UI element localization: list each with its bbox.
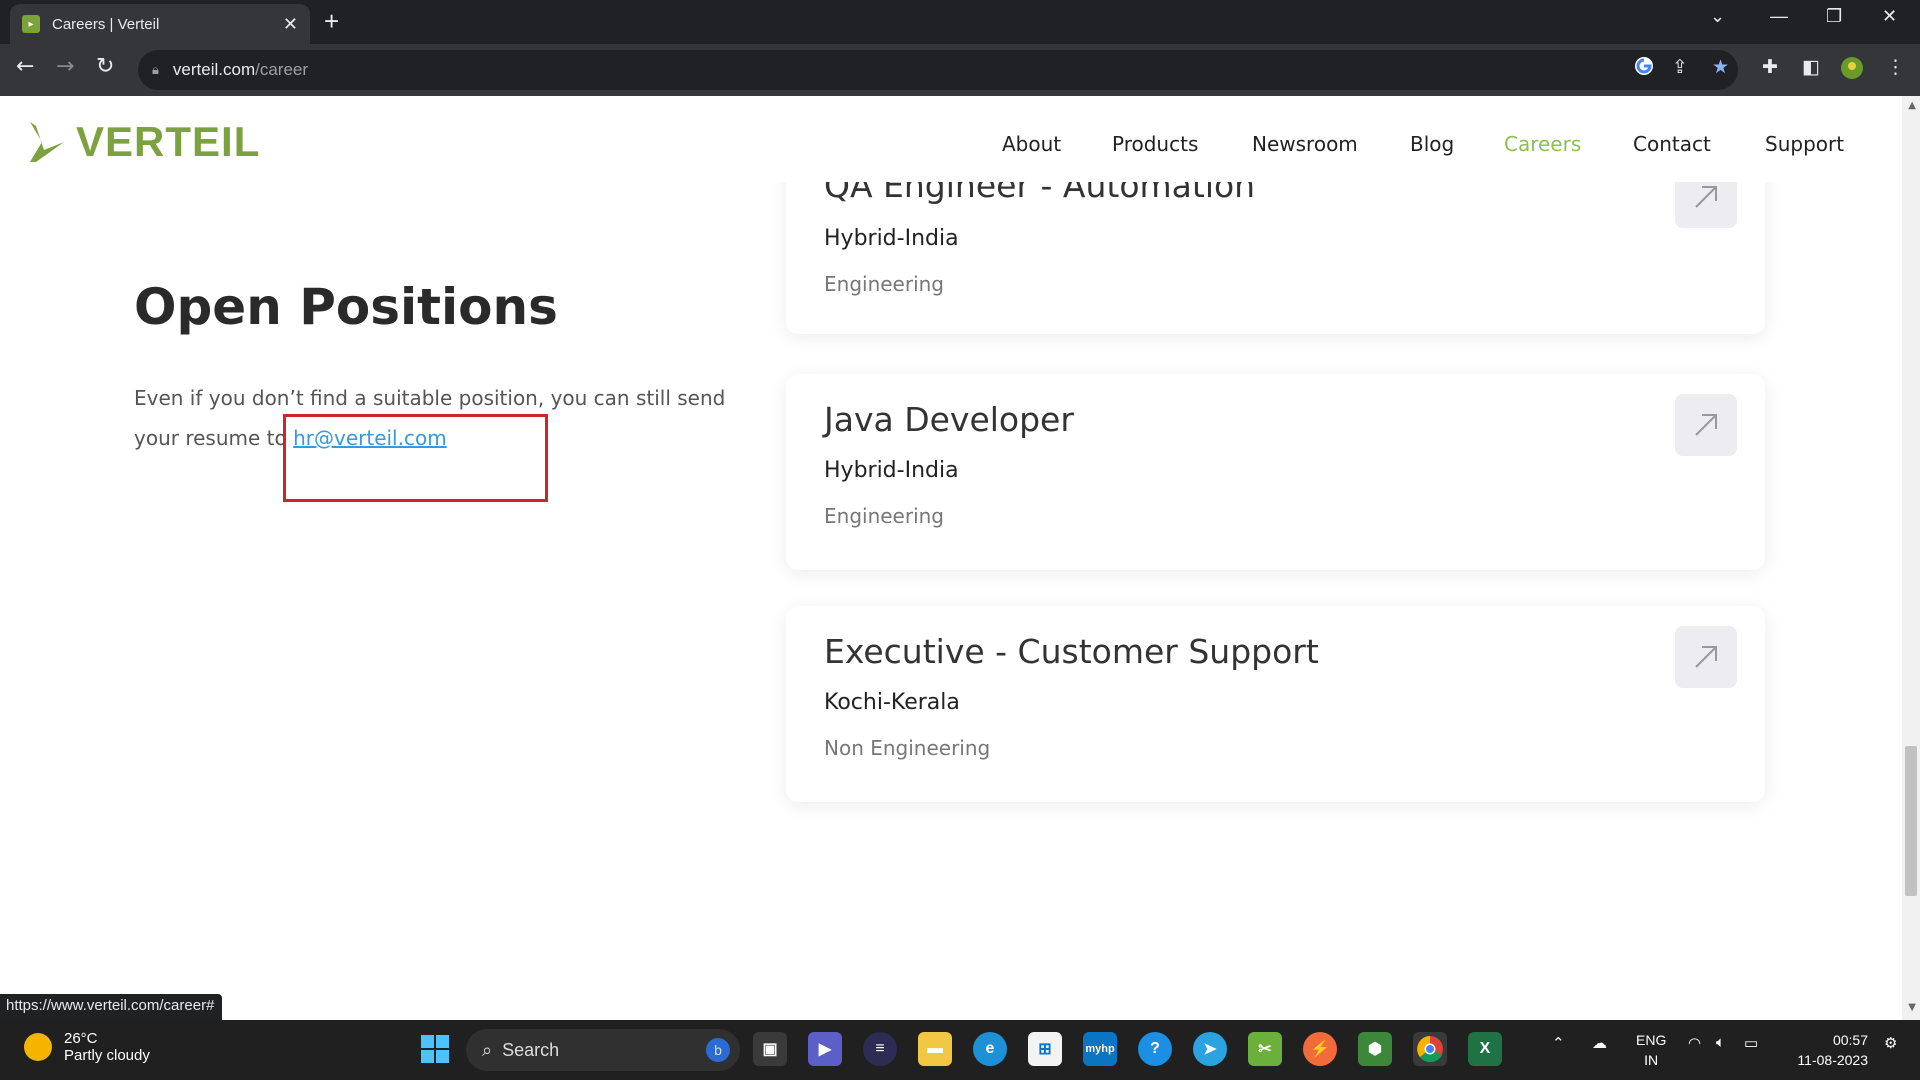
job-department: Engineering xyxy=(824,504,944,528)
nav-blog[interactable]: Blog xyxy=(1410,132,1454,156)
task-view-icon[interactable]: ▣ xyxy=(753,1032,787,1066)
nav-contact[interactable]: Contact xyxy=(1633,132,1711,156)
excel-icon[interactable]: X xyxy=(1468,1032,1502,1066)
job-title[interactable]: Executive - Customer Support xyxy=(824,632,1319,671)
extensions-puzzle-icon[interactable]: ✚ xyxy=(1762,56,1778,78)
notifications-icon[interactable]: ⚙ xyxy=(1884,1034,1897,1052)
taskbar-search[interactable]: ⌕ Search b xyxy=(466,1029,740,1071)
site-header: VERTEIL About Products Newsroom Blog Car… xyxy=(0,96,1902,182)
browser-menu-icon[interactable]: ⋮ xyxy=(1886,56,1905,78)
windows-taskbar: 26°C Partly cloudy ⌕ Search b ▣ ▶ ≡ ▬ e … xyxy=(0,1020,1920,1080)
browser-tab[interactable]: ▸ Careers | Verteil ✕ xyxy=(10,4,310,44)
link-status-url: https://www.verteil.com/career# xyxy=(0,994,223,1020)
lock-icon[interactable]: 🔒︎ xyxy=(152,62,159,78)
open-job-arrow-icon[interactable] xyxy=(1675,626,1737,688)
nav-about[interactable]: About xyxy=(1002,132,1061,156)
clock-date: 11-08-2023 xyxy=(1797,1052,1868,1068)
job-title[interactable]: QA Engineer - Automation xyxy=(824,182,1255,205)
job-location: Hybrid-India xyxy=(824,458,959,483)
scroll-down-icon[interactable]: ▼ xyxy=(1908,1002,1916,1013)
side-panel-icon[interactable]: ◧ xyxy=(1802,56,1820,78)
onedrive-cloud-icon[interactable]: ☁ xyxy=(1592,1034,1607,1052)
weather-temp: 26°C xyxy=(64,1030,98,1047)
page-content: Open Positions Even if you don’t find a … xyxy=(0,182,1902,1020)
url-path: /career xyxy=(255,60,309,79)
weather-condition: Partly cloudy xyxy=(64,1047,150,1064)
weather-widget[interactable]: 26°C Partly cloudy xyxy=(24,1030,150,1064)
open-positions-heading: Open Positions xyxy=(134,278,558,336)
restore-icon[interactable]: ❐ xyxy=(1826,6,1842,27)
job-title[interactable]: Java Developer xyxy=(824,400,1074,439)
job-card[interactable]: QA Engineer - Automation Hybrid-India En… xyxy=(786,182,1765,334)
get-help-icon[interactable]: ? xyxy=(1138,1032,1172,1066)
scroll-up-icon[interactable]: ▲ xyxy=(1908,100,1916,111)
job-location: Kochi-Kerala xyxy=(824,690,960,715)
myhp-icon[interactable]: myhp xyxy=(1083,1032,1117,1066)
file-explorer-icon[interactable]: ▬ xyxy=(918,1032,952,1066)
close-window-icon[interactable]: ✕ xyxy=(1882,6,1897,27)
show-hidden-icons-chevron-icon[interactable]: ⌃ xyxy=(1552,1034,1565,1052)
annotation-highlight-box xyxy=(283,414,548,502)
job-department: Non Engineering xyxy=(824,736,991,760)
minimize-icon[interactable]: — xyxy=(1770,6,1788,27)
google-lens-icon[interactable] xyxy=(1634,56,1654,81)
share-icon[interactable]: ⇪ xyxy=(1672,56,1688,78)
back-icon[interactable]: ← xyxy=(16,54,34,79)
job-card[interactable]: Executive - Customer Support Kochi-Keral… xyxy=(786,606,1765,802)
nav-products[interactable]: Products xyxy=(1112,132,1198,156)
volume-icon[interactable]: 🔈︎ xyxy=(1716,1034,1725,1051)
bookmark-star-icon[interactable]: ★ xyxy=(1712,56,1729,78)
clock-time: 00:57 xyxy=(1832,1032,1868,1048)
bing-icon[interactable]: b xyxy=(706,1038,730,1062)
lang-code: ENG xyxy=(1636,1032,1667,1048)
profile-avatar[interactable] xyxy=(1840,56,1864,85)
battery-icon[interactable]: ▭ xyxy=(1744,1034,1758,1052)
wifi-icon[interactable]: ◠ xyxy=(1688,1034,1701,1052)
eclipse-icon[interactable]: ≡ xyxy=(863,1032,897,1066)
nodejs-icon[interactable]: ⬢ xyxy=(1358,1032,1392,1066)
snip-tool-icon[interactable]: ✂ xyxy=(1248,1032,1282,1066)
taskbar-clock[interactable]: 00:57 11-08-2023 xyxy=(1797,1030,1868,1070)
address-bar[interactable]: 🔒︎ verteil.com /career xyxy=(138,50,1738,90)
open-job-arrow-icon[interactable] xyxy=(1675,182,1737,228)
taskbar-search-label: Search xyxy=(502,1039,560,1060)
nav-support[interactable]: Support xyxy=(1765,132,1844,156)
edge-icon[interactable]: e xyxy=(973,1032,1007,1066)
browser-titlebar: ▸ Careers | Verteil ✕ + ⌄ — ❐ ✕ xyxy=(0,0,1920,44)
partly-cloudy-icon xyxy=(24,1033,52,1061)
reload-icon[interactable]: ↻ xyxy=(96,54,114,79)
search-icon: ⌕ xyxy=(482,1039,493,1060)
job-card[interactable]: Java Developer Hybrid-India Engineering xyxy=(786,374,1765,570)
new-tab-icon[interactable]: + xyxy=(324,6,339,37)
verteil-logo[interactable]: VERTEIL xyxy=(28,118,260,166)
page-scrollbar[interactable]: ▲ ▼ xyxy=(1902,96,1920,1020)
forward-icon[interactable]: → xyxy=(56,54,74,79)
tab-search-chevron-icon[interactable]: ⌄ xyxy=(1710,6,1725,27)
windows-start-icon[interactable] xyxy=(418,1032,452,1066)
tab-title: Careers | Verteil xyxy=(52,15,160,33)
scrollbar-thumb[interactable] xyxy=(1905,746,1917,896)
microsoft-store-icon[interactable]: ⊞ xyxy=(1028,1032,1062,1066)
logo-text: VERTEIL xyxy=(76,118,261,165)
telegram-icon[interactable]: ➤ xyxy=(1193,1032,1227,1066)
job-department: Engineering xyxy=(824,272,944,296)
url-host: verteil.com xyxy=(172,60,256,79)
teams-chat-icon[interactable]: ▶ xyxy=(808,1032,842,1066)
verteil-logo-icon xyxy=(30,122,64,162)
job-location: Hybrid-India xyxy=(824,226,959,251)
postman-icon[interactable]: ⚡ xyxy=(1303,1032,1337,1066)
lang-region: IN xyxy=(1644,1052,1659,1068)
open-job-arrow-icon[interactable] xyxy=(1675,394,1737,456)
close-tab-icon[interactable]: ✕ xyxy=(283,14,298,35)
chrome-icon[interactable] xyxy=(1413,1032,1447,1066)
verteil-favicon-icon: ▸ xyxy=(22,15,40,33)
nav-careers[interactable]: Careers xyxy=(1504,132,1581,156)
nav-newsroom[interactable]: Newsroom xyxy=(1252,132,1358,156)
input-language[interactable]: ENG IN xyxy=(1636,1030,1666,1070)
browser-toolbar: ← → ↻ 🔒︎ verteil.com /career ⇪ ★ xyxy=(0,44,1920,96)
